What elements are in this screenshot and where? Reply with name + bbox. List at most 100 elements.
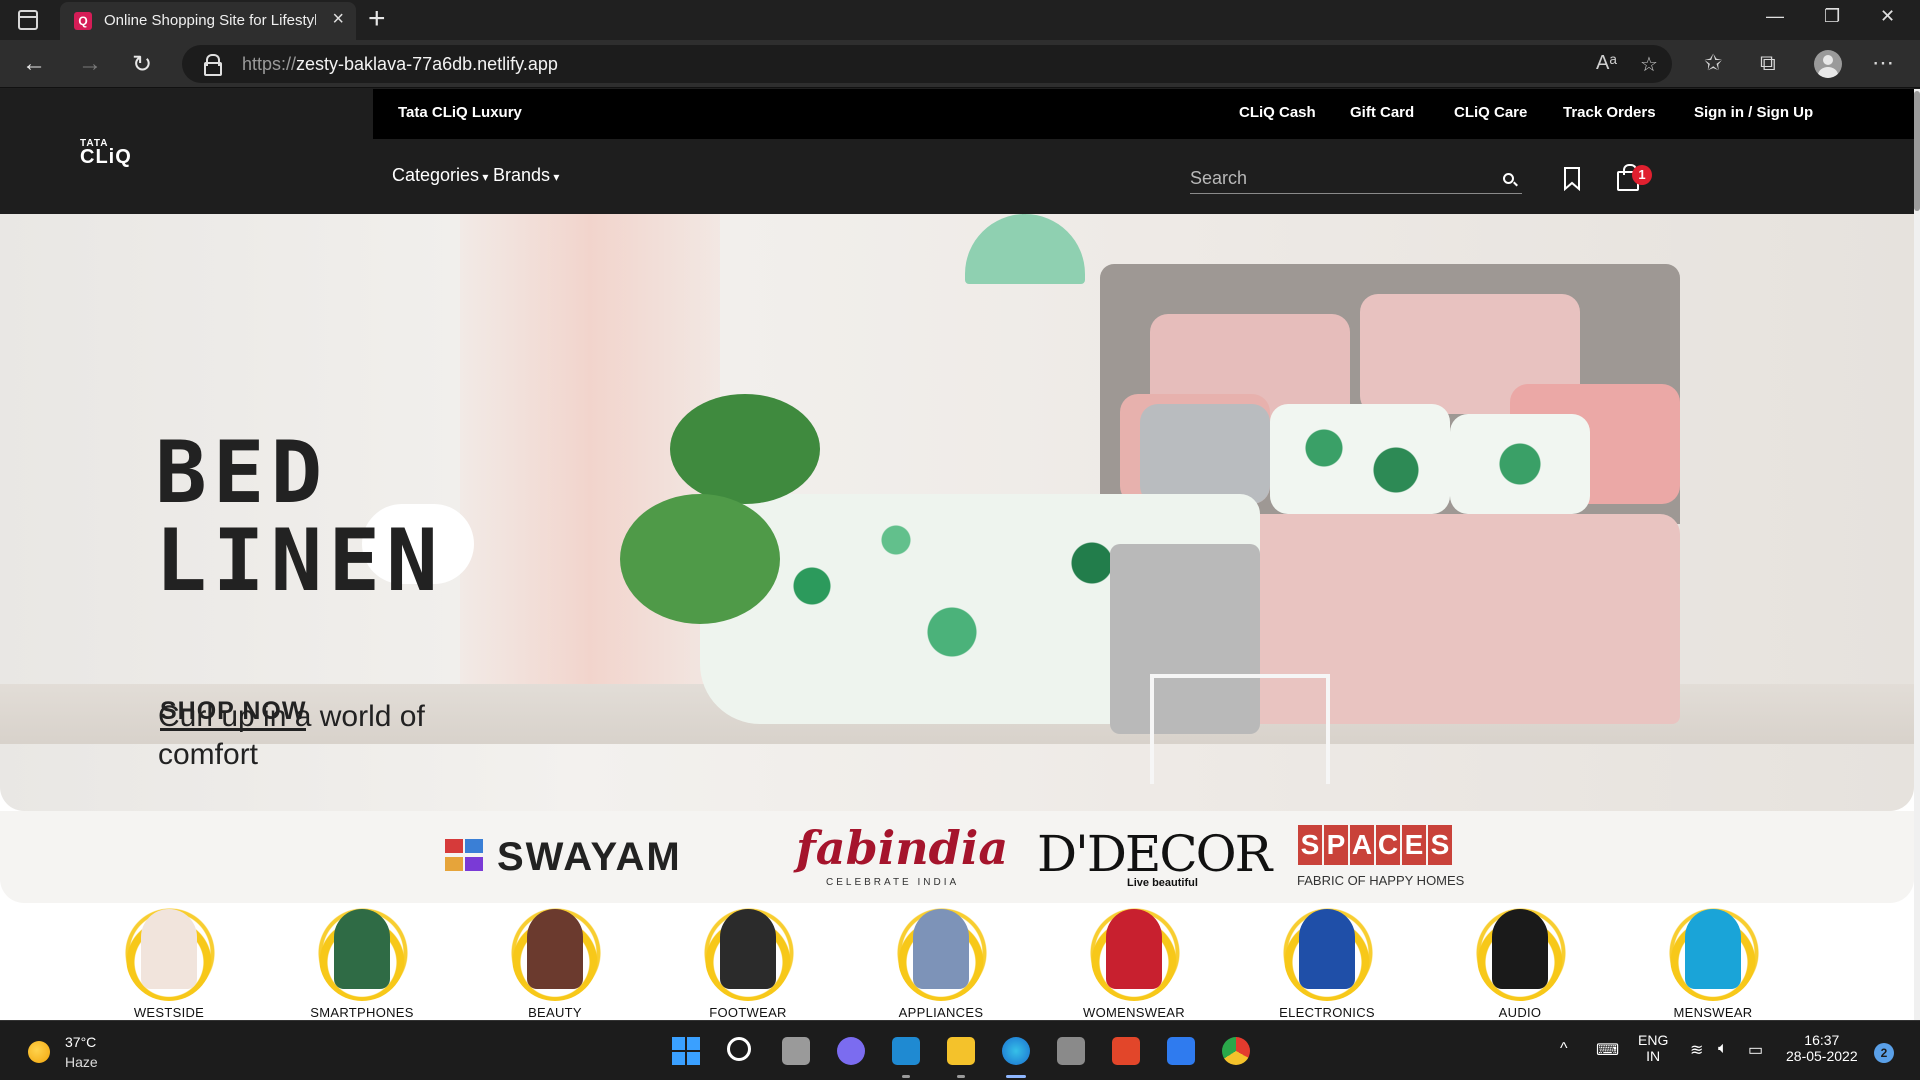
tatacliq-logo[interactable]: TATA CLiQ xyxy=(80,139,132,168)
url-text[interactable]: https://zesty-baklava-77a6db.netlify.app xyxy=(242,54,558,75)
wishlist-bookmark-icon[interactable] xyxy=(1563,167,1581,191)
language-indicator[interactable]: ENG IN xyxy=(1638,1032,1668,1064)
sign-in-link[interactable]: Sign in / Sign Up xyxy=(1694,104,1813,121)
read-aloud-icon[interactable]: Aᵃ xyxy=(1596,52,1617,75)
keyboard-icon[interactable]: ⌨ xyxy=(1596,1040,1619,1060)
new-tab-button[interactable]: + xyxy=(368,2,386,36)
gift-card-link[interactable]: Gift Card xyxy=(1350,104,1414,121)
notification-badge[interactable]: 2 xyxy=(1874,1043,1894,1063)
weather-temperature[interactable]: 37°C xyxy=(65,1034,96,1050)
category-westside-image xyxy=(141,909,197,989)
scrollbar-thumb[interactable] xyxy=(1914,91,1920,211)
lock-icon[interactable] xyxy=(204,54,222,76)
category-appliances[interactable]: APPLIANCES xyxy=(886,895,1006,1020)
category-audio[interactable]: AUDIO xyxy=(1465,895,1585,1020)
category-carousel: WESTSIDE SMARTPHONES BEAUTY FOOTWEAR APP… xyxy=(0,895,1914,1020)
pillow-image xyxy=(1140,404,1270,504)
ddecor-tagline: Live beautiful xyxy=(1127,877,1198,889)
category-smartphones[interactable]: SMARTPHONES xyxy=(307,895,427,1020)
leaf-pillow-image xyxy=(1450,414,1590,514)
favorites-icon[interactable]: ✩ xyxy=(1704,50,1722,76)
browser-address-bar: ← → ↻ https://zesty-baklava-77a6db.netli… xyxy=(0,40,1920,88)
start-menu-icon[interactable] xyxy=(672,1037,700,1065)
sun-weather-icon[interactable] xyxy=(28,1041,50,1063)
weather-condition[interactable]: Haze xyxy=(65,1054,98,1070)
page-viewport: TATA CLiQ Tata CLiQ Luxury CLiQ Cash Gif… xyxy=(0,89,1920,1020)
cliq-cash-link[interactable]: CLiQ Cash xyxy=(1239,104,1316,121)
forward-button[interactable]: → xyxy=(78,50,102,78)
show-hidden-icons-icon[interactable]: ^ xyxy=(1560,1040,1568,1058)
tab-actions-icon[interactable] xyxy=(18,10,38,30)
back-button[interactable]: ← xyxy=(22,50,46,78)
pendant-lamp-image xyxy=(965,214,1085,284)
track-orders-link[interactable]: Track Orders xyxy=(1563,104,1656,121)
clock-date: 28-05-2022 xyxy=(1786,1048,1858,1064)
tab-title: Online Shopping Site for Lifestyle xyxy=(104,12,316,29)
search-input[interactable] xyxy=(1190,164,1490,192)
shop-now-button[interactable]: SHOP NOW xyxy=(160,697,307,731)
side-table-image xyxy=(1150,674,1330,784)
profile-avatar[interactable] xyxy=(1814,50,1842,78)
volume-icon[interactable]: 🔈︎ xyxy=(1718,1040,1728,1058)
language-region: IN xyxy=(1646,1048,1661,1064)
category-label: ELECTRONICS xyxy=(1279,1005,1375,1020)
category-beauty[interactable]: BEAUTY xyxy=(500,895,620,1020)
ddecor-logo[interactable]: D'DECOR xyxy=(1037,825,1272,883)
add-favorite-icon[interactable]: ☆ xyxy=(1640,52,1658,77)
search-bar xyxy=(1190,164,1522,194)
tab-close-icon[interactable]: × xyxy=(332,8,344,31)
restore-button[interactable]: ❐ xyxy=(1824,6,1840,27)
categories-label: Categories xyxy=(392,165,480,185)
category-label: APPLIANCES xyxy=(898,1005,984,1020)
tata-cliq-luxury-link[interactable]: Tata CLiQ Luxury xyxy=(398,104,522,121)
office-icon[interactable] xyxy=(1112,1037,1140,1065)
url-field[interactable]: https://zesty-baklava-77a6db.netlify.app… xyxy=(182,45,1672,83)
task-view-icon[interactable] xyxy=(782,1037,810,1065)
category-electronics[interactable]: ELECTRONICS xyxy=(1272,895,1392,1020)
fabindia-tagline: CELEBRATE INDIA xyxy=(826,877,960,888)
category-label: SMARTPHONES xyxy=(310,1005,414,1020)
category-label: BEAUTY xyxy=(528,1005,582,1020)
collections-icon[interactable]: ⧉ xyxy=(1760,50,1776,76)
browser-tab-active[interactable]: Q Online Shopping Site for Lifestyle × xyxy=(60,2,356,40)
battery-icon[interactable]: ▭ xyxy=(1748,1040,1763,1060)
more-options-icon[interactable]: ⋯ xyxy=(1872,50,1894,76)
browser-tab-bar: Q Online Shopping Site for Lifestyle × +… xyxy=(0,0,1920,40)
utility-bar: Tata CLiQ Luxury CLiQ Cash Gift Card CLi… xyxy=(373,89,1914,139)
wifi-icon[interactable]: ≋ xyxy=(1690,1040,1703,1060)
hero-title-line-1: BED xyxy=(155,423,329,523)
edge-icon[interactable] xyxy=(1002,1037,1030,1065)
category-womenswear[interactable]: WOMENSWEAR xyxy=(1079,895,1199,1020)
category-menswear[interactable]: MENSWEAR xyxy=(1658,895,1778,1020)
category-electronics-image xyxy=(1299,909,1355,989)
category-footwear[interactable]: FOOTWEAR xyxy=(693,895,813,1020)
leaf-pillow-image xyxy=(1270,404,1450,514)
brands-label: Brands xyxy=(493,165,551,185)
spaces-letter: P xyxy=(1324,825,1348,865)
cliq-care-link[interactable]: CLiQ Care xyxy=(1454,104,1527,121)
swayam-logo[interactable]: SWAYAM xyxy=(497,835,682,880)
clock-time: 16:37 xyxy=(1804,1032,1840,1048)
camera-icon[interactable] xyxy=(1057,1037,1085,1065)
clock[interactable]: 16:37 28-05-2022 xyxy=(1786,1032,1858,1064)
category-westside[interactable]: WESTSIDE xyxy=(114,895,234,1020)
fabindia-logo[interactable]: fabindia xyxy=(796,821,1008,875)
bag-count-badge: 1 xyxy=(1632,165,1652,185)
chat-icon[interactable] xyxy=(837,1037,865,1065)
tatacliq-favicon-icon: Q xyxy=(74,12,92,30)
close-window-button[interactable]: ✕ xyxy=(1880,6,1895,27)
file-explorer-icon[interactable] xyxy=(947,1037,975,1065)
search-icon[interactable] xyxy=(1503,173,1514,184)
todo-icon[interactable] xyxy=(1167,1037,1195,1065)
plant-image xyxy=(670,394,820,504)
page-scrollbar[interactable] xyxy=(1914,89,1920,1020)
minimize-button[interactable]: — xyxy=(1766,6,1784,27)
search-taskbar-icon[interactable] xyxy=(727,1037,751,1061)
reload-button[interactable]: ↻ xyxy=(132,50,152,79)
spaces-logo[interactable]: SPACES xyxy=(1298,825,1458,869)
hero-title-line-2: LINEN xyxy=(155,511,444,611)
brands-menu[interactable]: Brands ▾ xyxy=(493,165,559,186)
categories-menu[interactable]: Categories ▾ xyxy=(392,165,488,186)
vscode-icon[interactable] xyxy=(892,1037,920,1065)
chrome-icon[interactable] xyxy=(1222,1037,1250,1065)
